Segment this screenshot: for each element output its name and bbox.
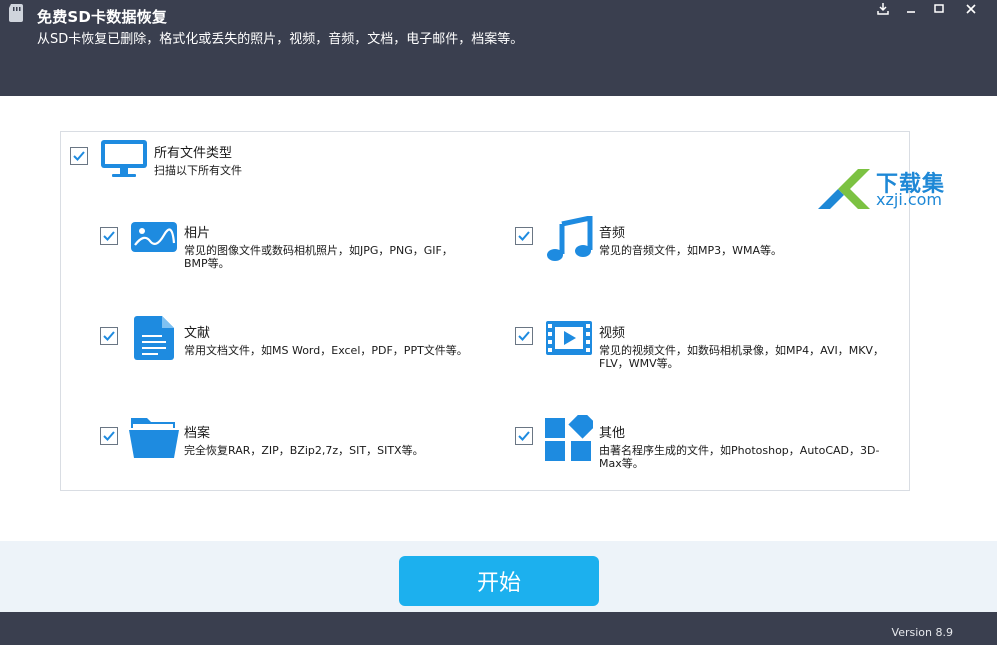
app-title: 免费SD卡数据恢复	[37, 8, 168, 26]
maximize-icon	[934, 4, 944, 13]
download-icon	[877, 3, 889, 15]
checkmark-icon	[518, 231, 530, 241]
documents-title: 文献	[184, 326, 211, 341]
maximize-button[interactable]	[925, 0, 953, 18]
minimize-icon	[907, 11, 915, 13]
audio-title: 音频	[599, 226, 626, 241]
video-title: 视频	[599, 326, 626, 341]
photos-title: 相片	[184, 226, 211, 241]
archives-title: 档案	[184, 426, 211, 441]
all-types-checkbox[interactable]	[70, 147, 88, 165]
version-label: Version 8.9	[891, 626, 953, 639]
minimize-button[interactable]	[897, 0, 925, 18]
image-icon	[131, 222, 177, 252]
download-button[interactable]	[869, 0, 897, 18]
all-types-title: 所有文件类型	[154, 146, 233, 161]
monitor-icon	[101, 140, 147, 177]
close-button[interactable]	[957, 0, 985, 18]
checkmark-icon	[103, 431, 115, 441]
sd-card-icon	[9, 4, 23, 22]
checkmark-icon	[73, 151, 85, 161]
archives-desc: 完全恢复RAR，ZIP，BZip2,7z，SIT，SITX等。	[184, 444, 424, 457]
apps-icon	[545, 415, 593, 461]
music-icon	[547, 216, 593, 261]
audio-checkbox[interactable]	[515, 227, 533, 245]
checkmark-icon	[103, 231, 115, 241]
checkmark-icon	[518, 431, 530, 441]
checkmark-icon	[518, 331, 530, 341]
video-desc: 常见的视频文件，如数码相机录像，如MP4，AVI，MKV，FLV，WMV等。	[599, 344, 884, 370]
video-checkbox[interactable]	[515, 327, 533, 345]
other-title: 其他	[599, 426, 626, 441]
documents-checkbox[interactable]	[100, 327, 118, 345]
documents-desc: 常用文档文件，如MS Word，Excel，PDF，PPT文件等。	[184, 344, 468, 357]
other-desc: 由著名程序生成的文件，如Photoshop，AutoCAD，3D-Max等。	[599, 444, 880, 470]
app-subtitle: 从SD卡恢复已删除，格式化或丢失的照片，视频，音频，文档，电子邮件，档案等。	[37, 32, 524, 47]
video-icon	[546, 321, 592, 355]
start-button[interactable]: 开始	[399, 556, 599, 606]
archives-checkbox[interactable]	[100, 427, 118, 445]
photos-checkbox[interactable]	[100, 227, 118, 245]
status-bar	[0, 612, 997, 645]
checkmark-icon	[103, 331, 115, 341]
audio-desc: 常见的音频文件，如MP3，WMA等。	[599, 244, 783, 257]
close-icon	[966, 4, 976, 14]
watermark-url: xzji.com	[876, 190, 943, 209]
title-bar: 免费SD卡数据恢复 从SD卡恢复已删除，格式化或丢失的照片，视频，音频，文档，电…	[0, 0, 997, 96]
all-types-desc: 扫描以下所有文件	[154, 164, 242, 177]
photos-desc: 常见的图像文件或数码相机照片，如JPG，PNG，GIF，BMP等。	[184, 244, 453, 270]
document-icon	[134, 316, 174, 360]
folder-icon	[129, 418, 179, 458]
other-checkbox[interactable]	[515, 427, 533, 445]
